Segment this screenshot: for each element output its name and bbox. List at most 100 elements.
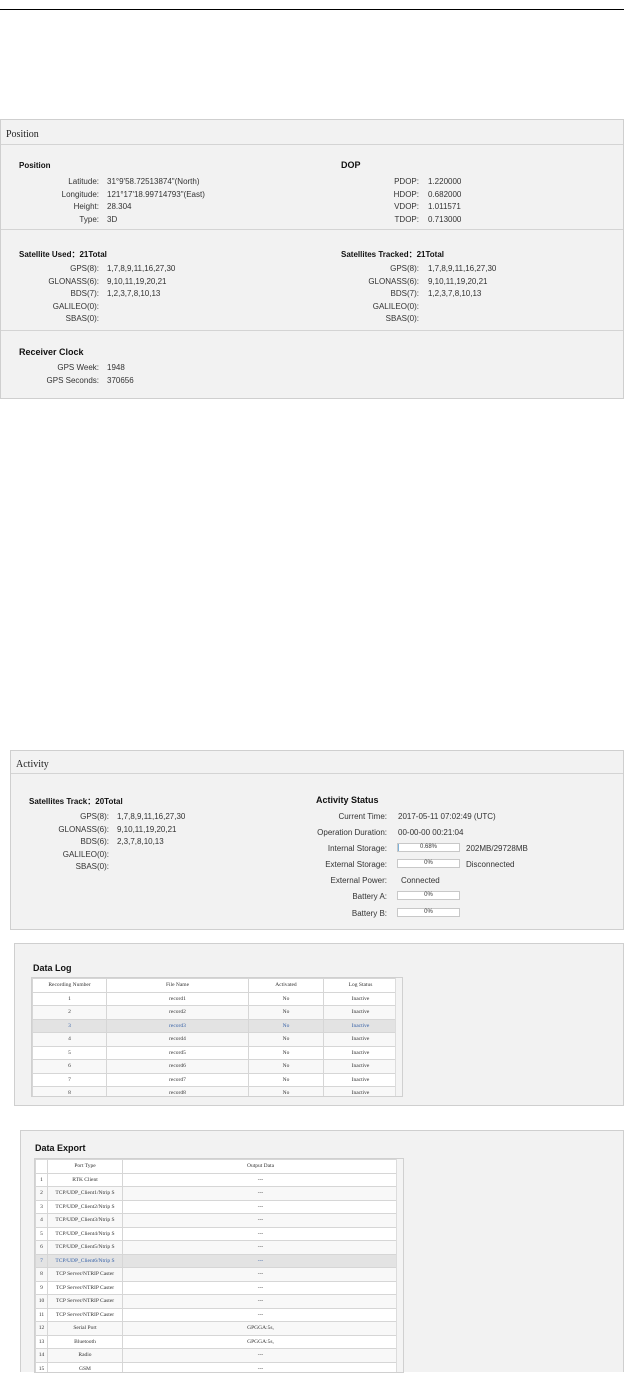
- battery-a-label: Battery A:: [352, 892, 387, 901]
- panel-title: Activity: [16, 759, 49, 770]
- data-export-cell: 9: [35, 1280, 48, 1295]
- satellites-track-header: Satellites Track：20Total: [29, 797, 123, 806]
- data-log-cell: No: [248, 1072, 324, 1087]
- external-storage-bar: 0%: [397, 859, 460, 868]
- internal-storage-label: Internal Storage:: [327, 844, 387, 853]
- field-label: GPS(8):: [70, 264, 99, 273]
- data-log-column-header: File Name: [106, 978, 249, 993]
- field-label: BDS(7):: [390, 289, 419, 298]
- data-log-row[interactable]: 2 record2 No Inactive: [32, 1005, 398, 1020]
- data-export-cell: ---: [122, 1172, 399, 1187]
- data-export-row[interactable]: 15 GSM ---: [35, 1361, 399, 1372]
- data-export-cell: 4: [35, 1213, 48, 1228]
- data-export-row[interactable]: 8 TCP Server/NTRIP Caster ---: [35, 1267, 399, 1282]
- data-export-row[interactable]: 2 TCP/UDP_Client1/Ntrip S ---: [35, 1186, 399, 1201]
- data-export-cell: TCP Server/NTRIP Caster: [47, 1267, 123, 1282]
- field-value: 31°9'58.72513874"(North): [107, 177, 200, 186]
- data-log-row[interactable]: 5 record5 No Inactive: [32, 1045, 398, 1060]
- operation-duration-label: Operation Duration:: [317, 828, 387, 837]
- data-export-cell: TCP/UDP_Client2/Ntrip S: [47, 1199, 123, 1214]
- data-log-cell: No: [248, 991, 324, 1006]
- data-export-row[interactable]: 10 TCP Server/NTRIP Caster ---: [35, 1294, 399, 1309]
- data-export-cell: ---: [122, 1307, 399, 1322]
- data-export-cell: 6: [35, 1240, 48, 1255]
- field-label: GPS(8):: [390, 264, 419, 273]
- data-log-row[interactable]: 4 record4 No Inactive: [32, 1032, 398, 1047]
- field-label: Latitude:: [68, 177, 99, 186]
- data-export-cell: TCP/UDP_Client6/Ntrip S: [47, 1253, 123, 1268]
- data-export-cell: TCP/UDP_Client1/Ntrip S: [47, 1186, 123, 1201]
- data-export-row[interactable]: 13 Bluetooth GPGGA:5s,: [35, 1334, 399, 1349]
- field-value: 0.713000: [428, 214, 462, 224]
- battery-a-bar: 0%: [397, 891, 460, 900]
- data-export-column-header: [35, 1159, 48, 1174]
- data-log-row[interactable]: 3 record3 No Inactive: [32, 1018, 398, 1033]
- data-export-panel: Data Export Port Type Output Data 1 RTK Cl…: [20, 1130, 624, 1373]
- data-export-row[interactable]: 1 RTK Client ---: [35, 1172, 399, 1187]
- data-export-cell: TCP/UDP_Client4/Ntrip S: [47, 1226, 123, 1241]
- satellite-tracked-header: Satellites Tracked：21Total: [341, 250, 445, 259]
- data-log-table: Recording Number File Name Activated Log St…: [32, 978, 398, 1096]
- data-export-cell: 7: [35, 1253, 48, 1268]
- data-export-cell: TCP/UDP_Client3/Ntrip S: [47, 1213, 123, 1228]
- data-export-cell: ---: [122, 1199, 399, 1214]
- field-label: GLONASS(6):: [368, 276, 419, 286]
- field-label: GPS(8):: [80, 812, 109, 821]
- divider: [1, 229, 623, 230]
- external-power-label: External Power:: [330, 876, 387, 885]
- field-value: 0.682000: [428, 189, 462, 199]
- data-log-row[interactable]: 1 record1 No Inactive: [32, 991, 398, 1006]
- field-label: Type:: [79, 214, 99, 224]
- data-export-scrollbar[interactable]: [396, 1159, 403, 1372]
- data-export-row[interactable]: 12 Serial Port GPGGA:5s,: [35, 1321, 399, 1336]
- data-export-cell: TCP/UDP_Client5/Ntrip S: [47, 1240, 123, 1255]
- data-export-column-header: Port Type: [47, 1159, 123, 1174]
- data-export-title: Data Export: [35, 1143, 86, 1153]
- data-export-row[interactable]: 3 TCP/UDP_Client2/Ntrip S ---: [35, 1199, 399, 1214]
- data-export-row[interactable]: 14 Radio ---: [35, 1348, 399, 1363]
- data-export-row[interactable]: 6 TCP/UDP_Client5/Ntrip S ---: [35, 1240, 399, 1255]
- data-log-scrollbar[interactable]: [395, 978, 402, 1096]
- data-log-cell: 4: [32, 1032, 107, 1047]
- internal-storage-size: 202MB/29728MB: [466, 844, 528, 853]
- data-export-cell: GPGGA:5s,: [122, 1334, 399, 1349]
- data-log-row[interactable]: 6 record6 No Inactive: [32, 1059, 398, 1074]
- internal-storage-percent: 0.68%: [419, 844, 437, 850]
- data-export-cell: 2: [35, 1186, 48, 1201]
- data-log-cell: 7: [32, 1072, 107, 1087]
- field-label: GLONASS(6):: [48, 276, 99, 286]
- data-log-column-header: Log Status: [323, 978, 398, 993]
- field-label: GALILEO(0):: [372, 301, 419, 311]
- current-time-value: 2017-05-11 07:02:49 (UTC): [398, 812, 496, 821]
- data-export-cell: 1: [35, 1172, 48, 1187]
- data-export-cell: ---: [122, 1240, 399, 1255]
- data-export-cell: ---: [122, 1267, 399, 1282]
- field-value: 1,7,8,9,11,16,27,30: [107, 264, 176, 273]
- data-export-cell: TCP Server/NTRIP Caster: [47, 1280, 123, 1295]
- data-export-row[interactable]: 9 TCP Server/NTRIP Caster ---: [35, 1280, 399, 1295]
- current-time-label: Current Time:: [338, 812, 387, 821]
- field-value: 2,3,7,8,10,13: [117, 837, 164, 846]
- data-log-column-header: Activated: [248, 978, 324, 993]
- data-export-row[interactable]: 7 TCP/UDP_Client6/Ntrip S ---: [35, 1253, 399, 1268]
- activity-panel: Activity Satellites Track：20Total GPS(8)…: [10, 750, 624, 930]
- data-log-row[interactable]: 7 record7 No Inactive: [32, 1072, 398, 1087]
- panel-title: Position: [6, 129, 39, 140]
- data-log-cell: record6: [106, 1059, 249, 1074]
- dop-header: DOP: [341, 160, 361, 170]
- field-label: PDOP:: [394, 177, 419, 186]
- data-export-row[interactable]: 5 TCP/UDP_Client4/Ntrip S ---: [35, 1226, 399, 1241]
- data-log-cell: Inactive: [323, 991, 398, 1006]
- field-value: 1,2,3,7,8,10,13: [428, 289, 482, 298]
- data-log-row[interactable]: 8 record8 No Inactive: [32, 1086, 398, 1096]
- data-export-row[interactable]: 4 TCP/UDP_Client3/Ntrip S ---: [35, 1213, 399, 1228]
- data-export-cell: 12: [35, 1321, 48, 1336]
- external-storage-status: Disconnected: [466, 860, 515, 869]
- data-export-cell: 14: [35, 1348, 48, 1363]
- data-export-cell: ---: [122, 1280, 399, 1295]
- data-log-table-wrap: Recording Number File Name Activated Log St…: [31, 977, 403, 1097]
- field-value: 9,10,11,19,20,21: [117, 824, 177, 834]
- data-export-row[interactable]: 11 TCP Server/NTRIP Caster ---: [35, 1307, 399, 1322]
- field-value: 121°17'18.99714793"(East): [107, 189, 205, 199]
- data-log-cell: record8: [106, 1086, 249, 1096]
